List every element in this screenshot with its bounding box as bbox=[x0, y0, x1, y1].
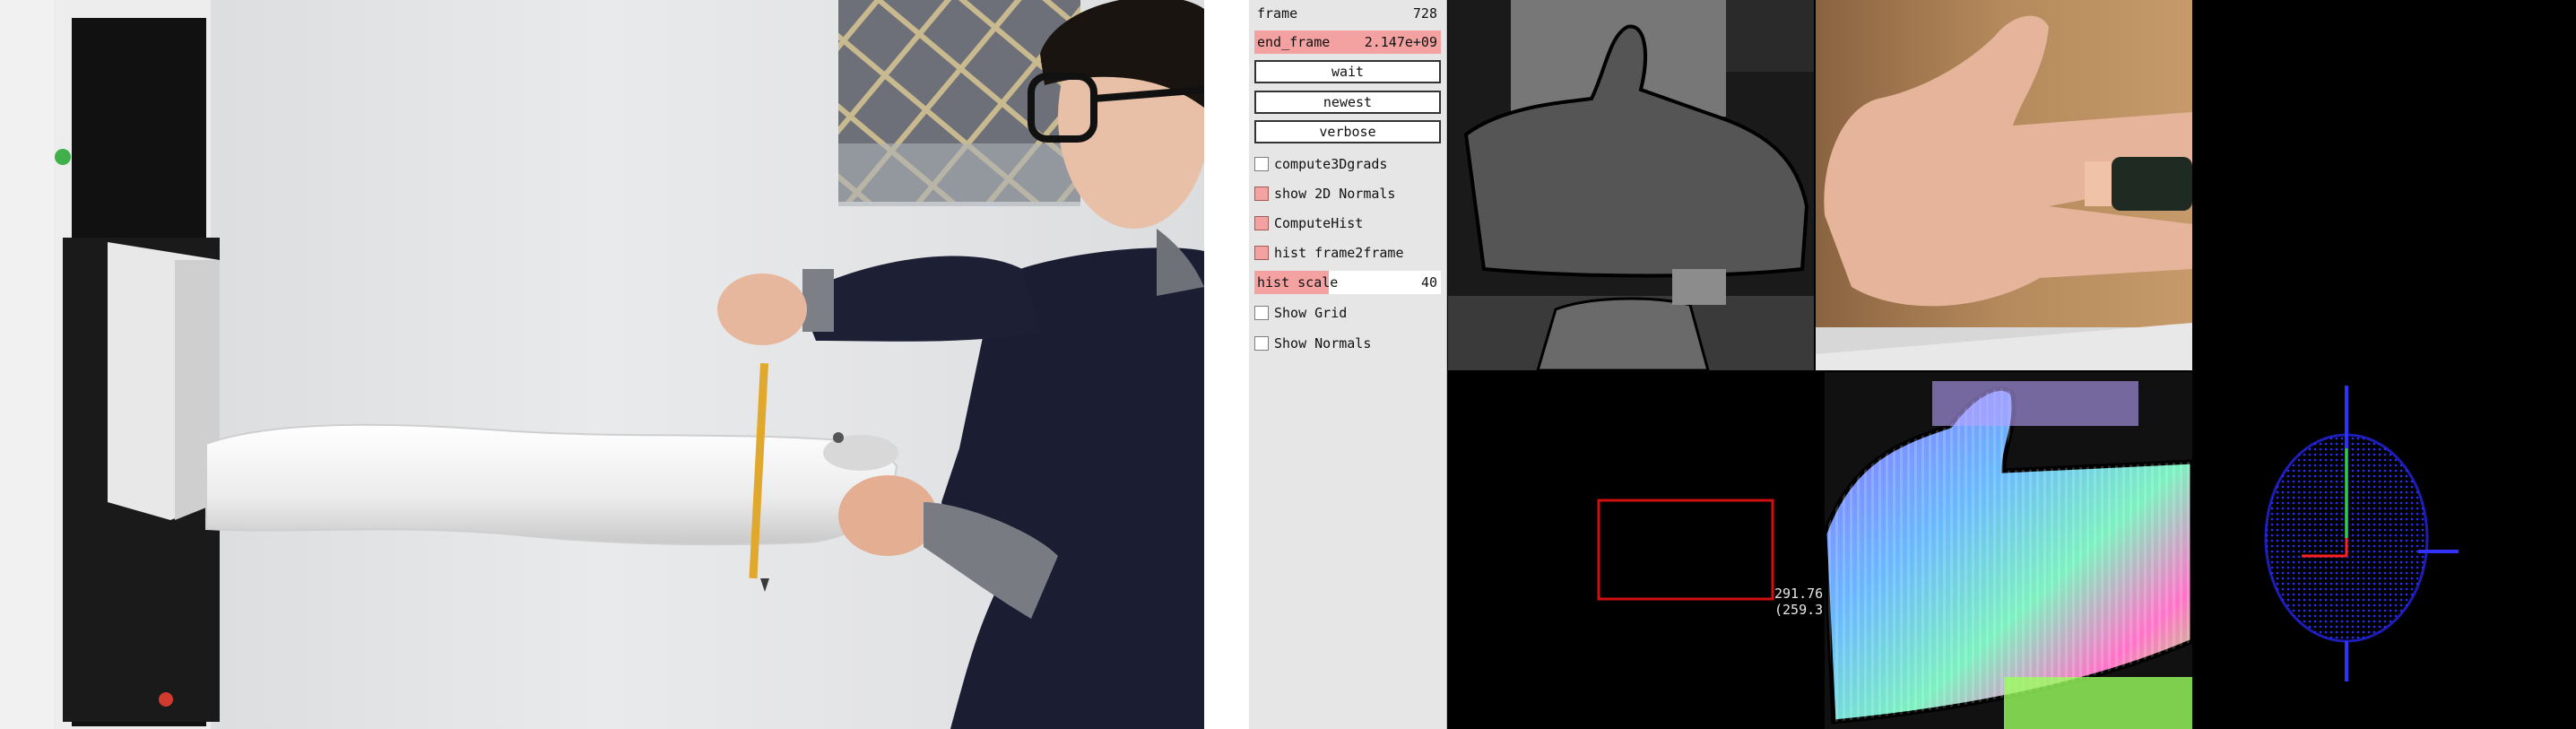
histframe2frame-toggle[interactable]: hist frame2frame bbox=[1254, 241, 1441, 265]
show-normals-label: Show Normals bbox=[1274, 335, 1372, 351]
wait-button[interactable]: wait bbox=[1254, 60, 1441, 83]
normals-map bbox=[1597, 372, 2192, 729]
compute3dgrads-toggle[interactable]: compute3Dgrads bbox=[1254, 152, 1441, 176]
roi-box bbox=[1597, 499, 1774, 601]
depth-readout: 291.76 (259.3 bbox=[1774, 586, 1823, 618]
frame-label: frame bbox=[1257, 5, 1298, 22]
hand-tracker-app: frame 728 end_frame 2.147e+09 wait newes… bbox=[1249, 0, 2576, 729]
hist-scale-slider[interactable]: hist scale 40 bbox=[1254, 271, 1441, 294]
frame-readout: frame 728 bbox=[1254, 2, 1441, 25]
end-frame-label: end_frame bbox=[1257, 34, 1331, 50]
end-frame-value: 2.147e+09 bbox=[1364, 34, 1437, 50]
show-normals-toggle[interactable]: Show Normals bbox=[1254, 332, 1441, 355]
show-grid-label: Show Grid bbox=[1274, 305, 1348, 321]
histframe2frame-label: hist frame2frame bbox=[1274, 245, 1404, 261]
point-cloud bbox=[2264, 386, 2459, 681]
readout-line-2: (259.3 bbox=[1774, 602, 1824, 618]
show-normals-checkbox[interactable] bbox=[1254, 336, 1269, 351]
normals-view[interactable]: 291.76 (259.3 bbox=[1448, 372, 2192, 729]
photo-scene bbox=[0, 0, 1204, 729]
compute3dgrads-label: compute3Dgrads bbox=[1274, 156, 1388, 172]
newest-button[interactable]: newest bbox=[1254, 91, 1441, 114]
depth-image-view[interactable] bbox=[1448, 0, 1814, 370]
frame-value: 728 bbox=[1412, 5, 1437, 22]
compute3dgrads-checkbox[interactable] bbox=[1254, 157, 1269, 171]
readout-line-1: 291.76 bbox=[1774, 586, 1824, 602]
photo-person-measuring-arm bbox=[0, 0, 1204, 729]
depth-map bbox=[1448, 0, 1814, 370]
color-camera-frame bbox=[1816, 0, 2192, 370]
computehist-checkbox[interactable] bbox=[1254, 216, 1269, 230]
computehist-label: ComputeHist bbox=[1274, 215, 1364, 231]
control-panel: frame 728 end_frame 2.147e+09 wait newes… bbox=[1249, 0, 1447, 729]
hist-scale-label: hist scale bbox=[1257, 274, 1339, 291]
computehist-toggle[interactable]: ComputeHist bbox=[1254, 212, 1441, 235]
hist-scale-value: 40 bbox=[1420, 274, 1437, 291]
show-grid-checkbox[interactable] bbox=[1254, 306, 1269, 320]
end-frame-slider[interactable]: end_frame 2.147e+09 bbox=[1254, 30, 1441, 54]
show2dnormals-checkbox[interactable] bbox=[1254, 187, 1269, 201]
color-image-view[interactable] bbox=[1816, 0, 2192, 370]
verbose-button[interactable]: verbose bbox=[1254, 120, 1441, 143]
histframe2frame-checkbox[interactable] bbox=[1254, 246, 1269, 260]
show-grid-toggle[interactable]: Show Grid bbox=[1254, 301, 1441, 325]
point-cloud-view[interactable] bbox=[2194, 0, 2576, 729]
show2dnormals-label: show 2D Normals bbox=[1274, 186, 1396, 202]
show2dnormals-toggle[interactable]: show 2D Normals bbox=[1254, 182, 1441, 205]
